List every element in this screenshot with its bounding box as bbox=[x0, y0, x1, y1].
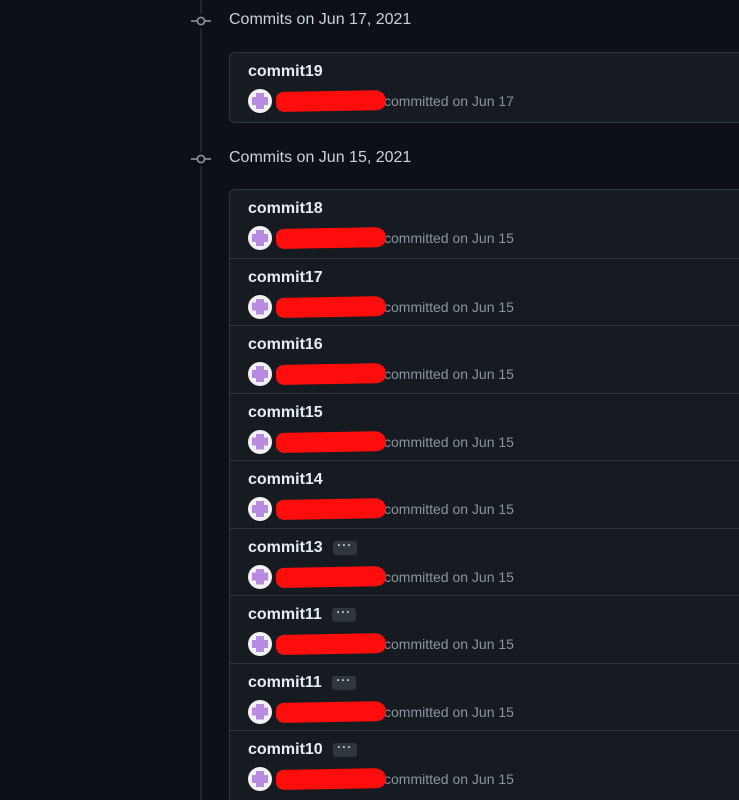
commit-row: commit18 committed on Jun 15 bbox=[230, 190, 739, 258]
commit-row: commit11 ··· committed on Jun 15 bbox=[230, 662, 739, 731]
redacted-author bbox=[275, 633, 387, 655]
commit-row: commit19 committed on Jun 17 bbox=[230, 53, 739, 122]
identicon-avatar[interactable] bbox=[248, 497, 272, 521]
commit-group-title: Commits on Jun 15, 2021 bbox=[229, 149, 412, 166]
commit-date: committed on Jun 15 bbox=[384, 298, 514, 315]
commit-row: commit14 committed on Jun 15 bbox=[230, 460, 739, 528]
commit-title-link[interactable]: commit18 bbox=[248, 200, 323, 218]
commit-meta: committed on Jun 15 bbox=[248, 564, 514, 589]
redacted-author bbox=[275, 90, 387, 112]
commit-row: commit16 committed on Jun 15 bbox=[230, 325, 739, 393]
redacted-author bbox=[275, 430, 387, 453]
commit-row: commit11 ··· committed on Jun 15 bbox=[230, 595, 739, 663]
identicon-avatar[interactable] bbox=[248, 564, 272, 589]
commit-title-link[interactable]: commit13 bbox=[248, 539, 323, 557]
commit-date: committed on Jun 15 bbox=[384, 501, 514, 517]
commit-row: commit13 ··· committed on Jun 15 bbox=[230, 527, 739, 596]
redacted-author bbox=[275, 227, 387, 249]
timeline-line bbox=[200, 0, 202, 800]
commit-meta: committed on Jun 15 bbox=[248, 497, 514, 521]
commit-title-link[interactable]: commit15 bbox=[248, 404, 323, 422]
git-commit-icon bbox=[191, 152, 211, 166]
commit-list: commit18 committed on Jun 15 commit17 co… bbox=[229, 189, 739, 800]
redacted-author bbox=[275, 498, 387, 520]
commit-row: commit17 committed on Jun 15 bbox=[230, 257, 739, 326]
commit-meta: committed on Jun 15 bbox=[248, 226, 514, 250]
expand-message-button[interactable]: ··· bbox=[331, 674, 356, 690]
redacted-author bbox=[275, 565, 387, 588]
redacted-author bbox=[275, 700, 387, 723]
commit-title-link[interactable]: commit17 bbox=[248, 269, 323, 287]
commit-meta: committed on Jun 15 bbox=[248, 362, 514, 386]
identicon-avatar[interactable] bbox=[248, 429, 272, 454]
git-commit-icon bbox=[191, 14, 211, 28]
commit-title-link[interactable]: commit19 bbox=[248, 63, 323, 81]
commit-group: Commits on Jun 15, 2021 bbox=[0, 148, 739, 172]
identicon-avatar[interactable] bbox=[248, 89, 272, 113]
commit-date: committed on Jun 15 bbox=[384, 771, 514, 787]
identicon-avatar[interactable] bbox=[248, 632, 272, 656]
identicon-avatar[interactable] bbox=[248, 767, 272, 791]
commit-title-link[interactable]: commit11 bbox=[248, 606, 322, 624]
commit-date: committed on Jun 17 bbox=[384, 93, 514, 109]
commit-meta: committed on Jun 15 bbox=[248, 632, 514, 656]
commit-group: Commits on Jun 17, 2021 bbox=[0, 10, 739, 34]
commit-meta: committed on Jun 17 bbox=[248, 89, 514, 113]
redacted-author bbox=[275, 768, 387, 790]
commit-meta: committed on Jun 15 bbox=[248, 294, 514, 319]
identicon-avatar[interactable] bbox=[248, 699, 272, 724]
commit-row: commit10 ··· committed on Jun 15 bbox=[230, 730, 739, 798]
identicon-avatar[interactable] bbox=[248, 294, 272, 319]
expand-message-button[interactable]: ··· bbox=[332, 741, 357, 757]
commit-group-title: Commits on Jun 17, 2021 bbox=[229, 11, 412, 28]
identicon-avatar[interactable] bbox=[248, 226, 272, 250]
commit-date: committed on Jun 15 bbox=[384, 366, 514, 382]
commit-date: committed on Jun 15 bbox=[384, 703, 514, 720]
commit-meta: committed on Jun 15 bbox=[248, 429, 514, 454]
commit-title-link[interactable]: commit16 bbox=[248, 336, 323, 354]
commit-title-link[interactable]: commit11 bbox=[248, 674, 322, 692]
commit-title-link[interactable]: commit14 bbox=[248, 471, 323, 489]
commit-date: committed on Jun 15 bbox=[384, 230, 514, 246]
commit-meta: committed on Jun 15 bbox=[248, 699, 514, 724]
commit-group-header: Commits on Jun 15, 2021 bbox=[0, 148, 739, 172]
commit-group-header: Commits on Jun 17, 2021 bbox=[0, 10, 739, 34]
commit-date: committed on Jun 15 bbox=[384, 568, 514, 585]
commit-list: commit19 committed on Jun 17 bbox=[229, 52, 739, 123]
commit-meta: committed on Jun 15 bbox=[248, 767, 514, 791]
commit-title-link[interactable]: commit10 bbox=[248, 741, 323, 759]
identicon-avatar[interactable] bbox=[248, 362, 272, 386]
redacted-author bbox=[275, 295, 387, 318]
redacted-author bbox=[275, 363, 387, 385]
commit-date: committed on Jun 15 bbox=[384, 433, 514, 450]
expand-message-button[interactable]: ··· bbox=[331, 606, 356, 622]
commit-date: committed on Jun 15 bbox=[384, 636, 514, 652]
commit-row: commit15 committed on Jun 15 bbox=[230, 392, 739, 461]
commit-history-page: Commits on Jun 17, 2021 commit19 committ… bbox=[0, 0, 739, 800]
expand-message-button[interactable]: ··· bbox=[332, 539, 357, 555]
